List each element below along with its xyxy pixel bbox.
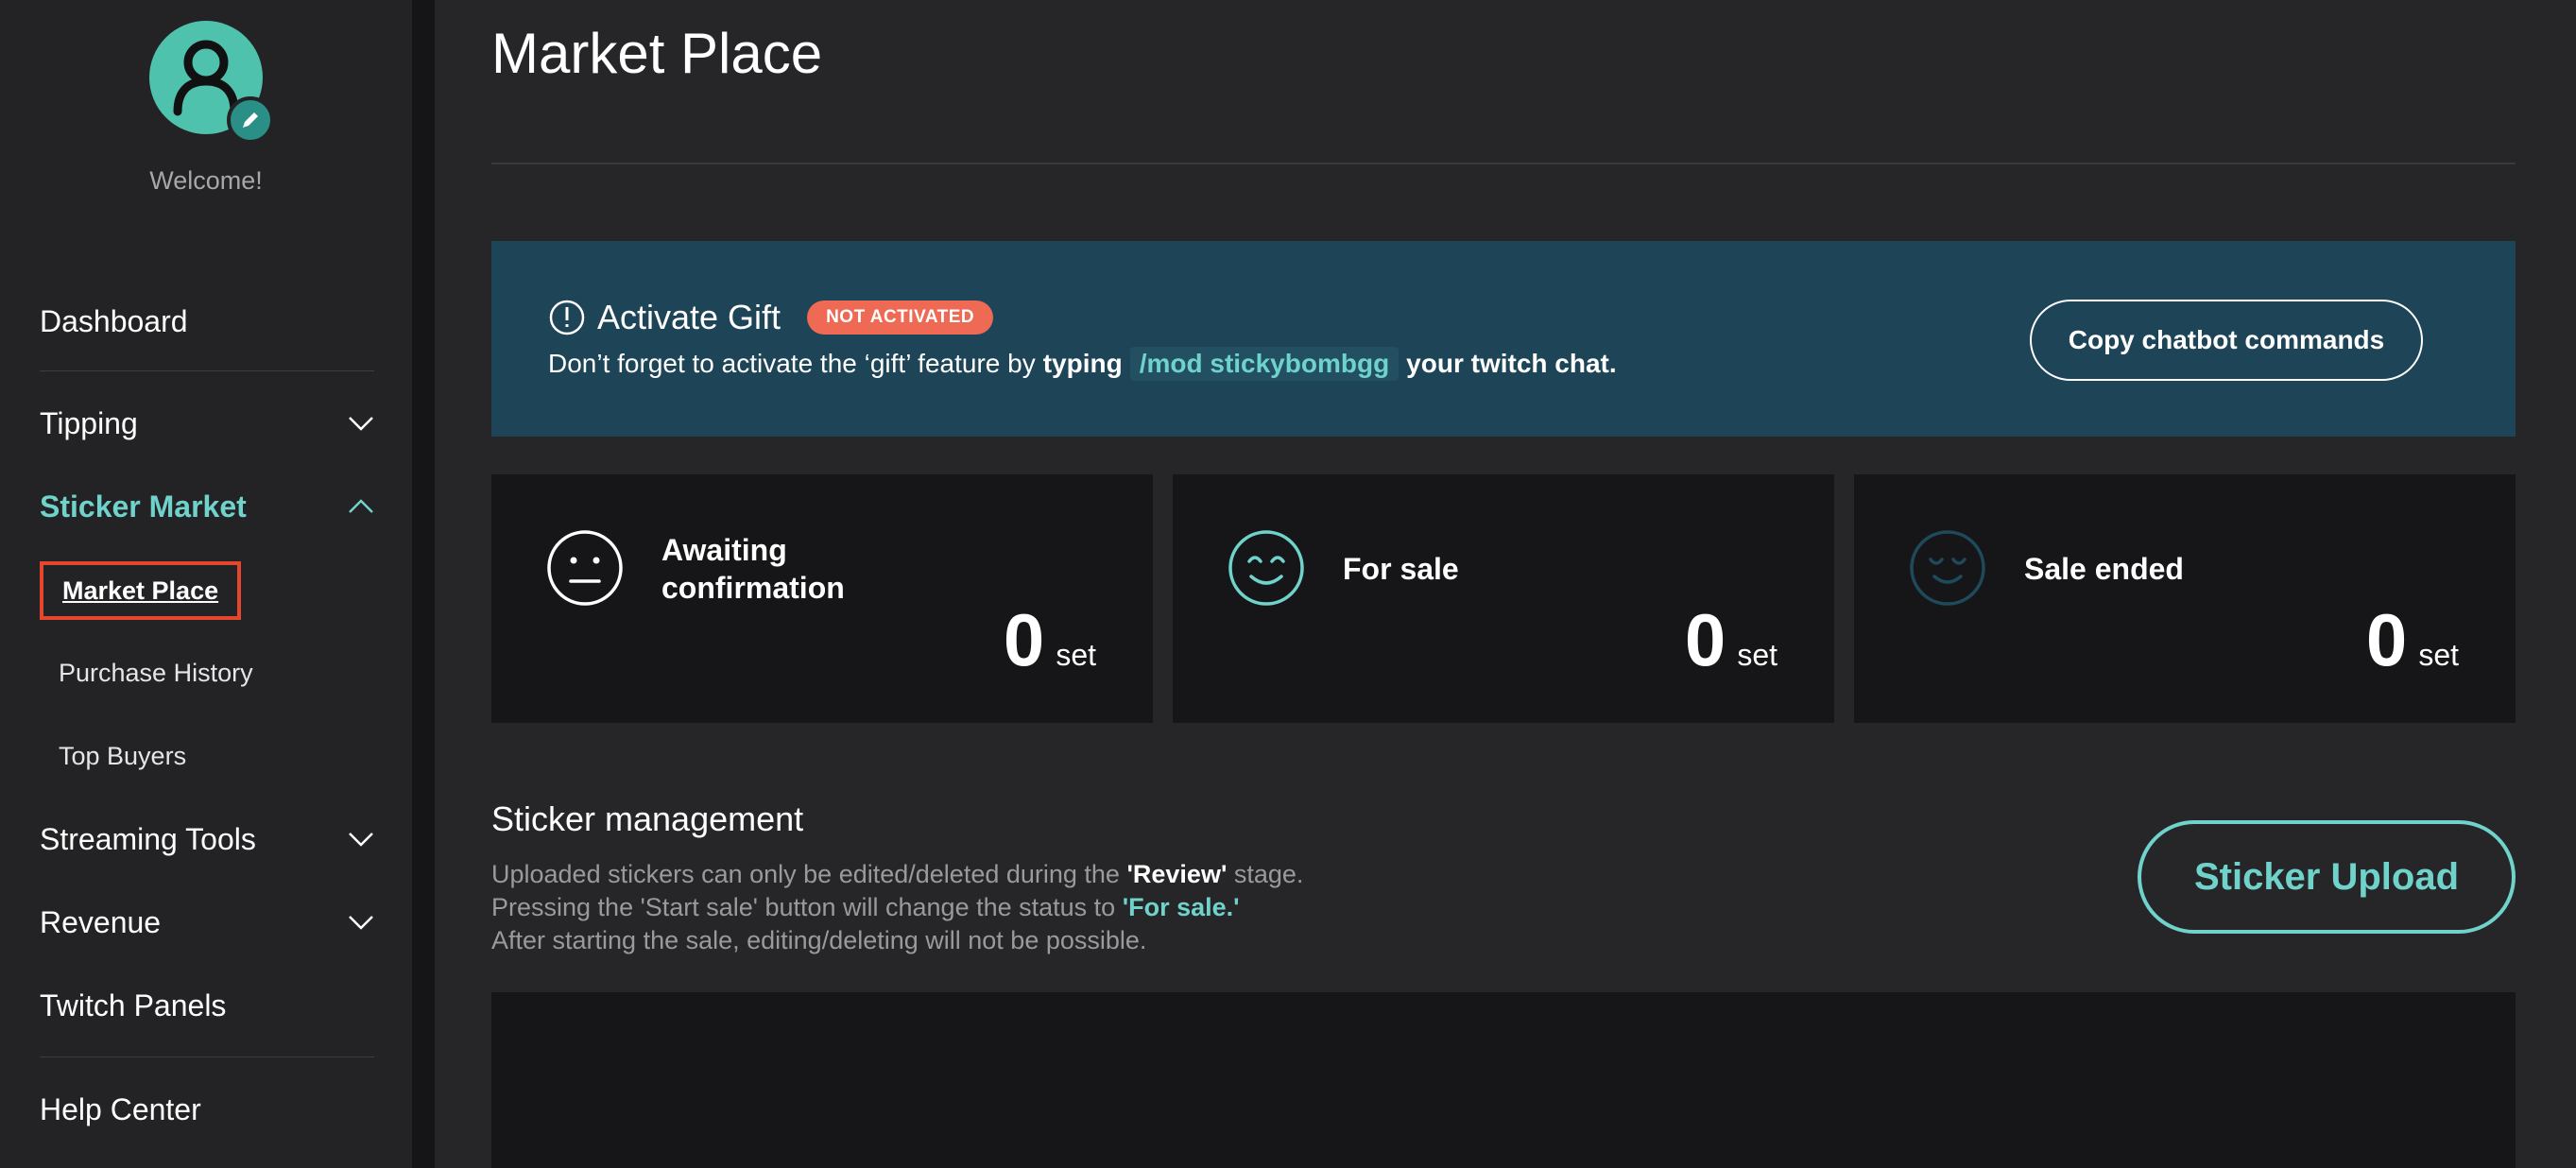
sidebar-item-tipping[interactable]: Tipping [40,397,374,450]
stat-number: 0 [1684,598,1726,681]
sidebar-item-label: Tipping [40,405,138,440]
gift-desc-typing: typing [1042,349,1123,378]
sidebar-divider [40,370,374,371]
chevron-down-icon [349,417,373,431]
stat-label: Awaiting confirmation [661,533,845,605]
mgmt-line-3: After starting the sale, editing/deletin… [491,926,1147,954]
mgmt-line1-bold: 'Review' [1126,860,1228,888]
sidebar-item-twitch-panels[interactable]: Twitch Panels [40,979,374,1032]
app-root: Welcome! Dashboard Tipping Sticker Marke… [0,0,2576,1168]
sticker-list-panel [491,992,2516,1168]
stat-value: 0 set [2366,597,2459,683]
chevron-up-icon [349,499,373,513]
mgmt-line1-suffix: stage. [1233,860,1304,888]
title-divider [491,163,2516,164]
stat-number: 0 [2365,598,2408,681]
sticker-management-title: Sticker management [491,799,804,838]
chevron-down-icon [349,916,373,930]
neutral-face-icon [547,530,623,606]
sidebar-item-help-center[interactable]: Help Center [40,1083,374,1136]
sidebar: Welcome! Dashboard Tipping Sticker Marke… [0,0,412,1168]
sidebar-gutter [412,0,435,1168]
mgmt-line2-prefix: Pressing the 'Start sale' button will ch… [491,893,1116,921]
stat-unit: set [2418,638,2459,672]
main-content: Market Place Activate Gift NOT ACTIVATED… [435,0,2576,1168]
stat-label: Sale ended [2024,552,2184,586]
gift-description: Don’t forget to activate the ‘gift’ feat… [548,347,1617,381]
mgmt-line1-prefix: Uploaded stickers can only be edited/del… [491,860,1120,888]
stat-number: 0 [1003,598,1045,681]
sidebar-divider [40,1056,374,1057]
sidebar-subitem-purchase-history[interactable]: Purchase History [59,652,253,694]
page-title: Market Place [491,22,823,85]
mgmt-line-2: Pressing the 'Start sale' button will ch… [491,891,1303,924]
edit-avatar-button[interactable] [227,96,274,144]
gift-desc-prefix: Don’t forget to activate the ‘gift’ feat… [548,349,1036,378]
sidebar-item-revenue[interactable]: Revenue [40,896,374,949]
sticker-management-description: Uploaded stickers can only be edited/del… [491,858,1303,957]
pencil-icon [243,112,258,128]
activate-gift-banner: Activate Gift NOT ACTIVATED Don’t forget… [491,241,2516,437]
sidebar-item-label: Help Center [40,1091,201,1126]
copy-chatbot-commands-button[interactable]: Copy chatbot commands [2030,300,2423,381]
stat-label: For sale [1343,552,1459,586]
status-badge: NOT ACTIVATED [807,301,994,335]
sidebar-item-label: Dashboard [40,303,188,338]
welcome-text: Welcome! [149,166,263,195]
stat-unit: set [1737,638,1777,672]
sidebar-item-label: Sticker Market [40,489,247,524]
sidebar-subitem-top-buyers[interactable]: Top Buyers [59,735,186,777]
sidebar-item-sticker-market[interactable]: Sticker Market [40,480,374,533]
gift-desc-suffix: your twitch chat. [1406,349,1617,378]
content-face-icon [1910,530,1985,606]
gift-title: Activate Gift [597,298,781,336]
sidebar-item-dashboard[interactable]: Dashboard [40,295,374,348]
sidebar-item-label: Twitch Panels [40,988,227,1022]
info-circle-icon [549,300,585,335]
stat-value: 0 set [1685,597,1777,683]
sidebar-subitem-market-place[interactable]: Market Place [40,561,242,620]
stat-unit: set [1056,638,1096,672]
gift-header: Activate Gift NOT ACTIVATED [548,298,994,337]
chevron-down-icon [349,833,373,847]
stat-card-awaiting: Awaiting confirmation 0 set [491,474,1153,723]
stat-value: 0 set [1004,597,1096,683]
sidebar-item-streaming-tools[interactable]: Streaming Tools [40,813,374,866]
sticker-upload-button[interactable]: Sticker Upload [2138,820,2516,934]
sidebar-item-label: Revenue [40,904,162,939]
mgmt-line2-status: 'For sale.' [1122,893,1240,921]
chat-command: /mod stickybombgg [1129,347,1400,381]
smile-face-icon [1228,530,1304,606]
mgmt-line-1: Uploaded stickers can only be edited/del… [491,858,1303,891]
sidebar-item-label: Streaming Tools [40,821,256,856]
stat-card-for-sale: For sale 0 set [1173,474,1834,723]
stat-card-sale-ended: Sale ended 0 set [1854,474,2516,723]
